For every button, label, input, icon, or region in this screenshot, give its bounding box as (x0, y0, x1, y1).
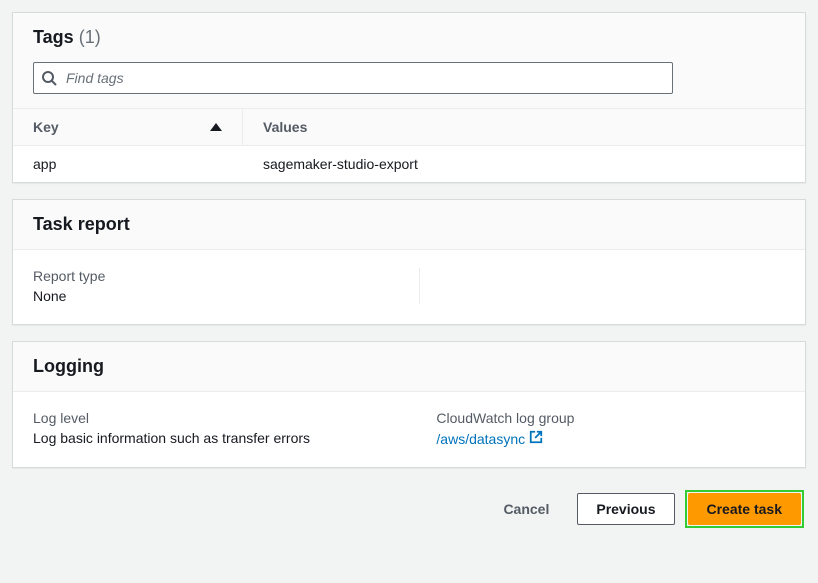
log-level-value: Log basic information such as transfer e… (33, 430, 416, 446)
col-header-values[interactable]: Values (243, 109, 805, 145)
logging-header: Logging (13, 342, 805, 392)
cell-key: app (13, 146, 243, 182)
create-task-highlight: Create task (685, 490, 805, 528)
search-input[interactable] (33, 62, 673, 94)
report-type-label: Report type (33, 268, 399, 284)
cw-log-group-link-text: /aws/datasync (436, 431, 525, 447)
tags-panel-header: Tags (1) (13, 13, 805, 54)
search-input-wrap (33, 62, 673, 94)
logging-body: Log level Log basic information such as … (13, 392, 805, 467)
task-report-body: Report type None (13, 250, 805, 324)
tags-search-row (13, 54, 805, 108)
report-empty-col (420, 268, 786, 304)
col-header-key-text: Key (33, 119, 59, 135)
col-header-values-text: Values (263, 119, 307, 135)
cancel-button[interactable]: Cancel (485, 493, 567, 525)
search-icon (41, 70, 57, 86)
cw-group-value: /aws/datasync (436, 430, 785, 447)
tags-title-text: Tags (33, 27, 74, 47)
col-header-key[interactable]: Key (13, 109, 243, 145)
previous-button[interactable]: Previous (577, 493, 674, 525)
logging-panel: Logging Log level Log basic information … (12, 341, 806, 468)
table-row: app sagemaker-studio-export (13, 146, 805, 182)
tags-title: Tags (1) (33, 27, 101, 47)
cell-value: sagemaker-studio-export (243, 146, 805, 182)
log-level-field: Log level Log basic information such as … (33, 410, 416, 447)
report-type-field: Report type None (33, 268, 420, 304)
tags-count: (1) (79, 27, 101, 47)
tags-panel: Tags (1) Key Values app sagemaker-studio… (12, 12, 806, 183)
task-report-title: Task report (33, 214, 130, 234)
cw-log-group-field: CloudWatch log group /aws/datasync (416, 410, 785, 447)
create-task-button[interactable]: Create task (688, 493, 802, 525)
log-level-label: Log level (33, 410, 416, 426)
task-report-panel: Task report Report type None (12, 199, 806, 325)
external-link-icon (529, 430, 543, 447)
footer-actions: Cancel Previous Create task (12, 484, 806, 530)
report-type-value: None (33, 288, 399, 304)
task-report-header: Task report (13, 200, 805, 250)
logging-title: Logging (33, 356, 104, 376)
cw-log-group-link[interactable]: /aws/datasync (436, 430, 543, 447)
sort-asc-icon (210, 123, 222, 131)
tags-table-header: Key Values (13, 108, 805, 146)
cw-group-label: CloudWatch log group (436, 410, 785, 426)
